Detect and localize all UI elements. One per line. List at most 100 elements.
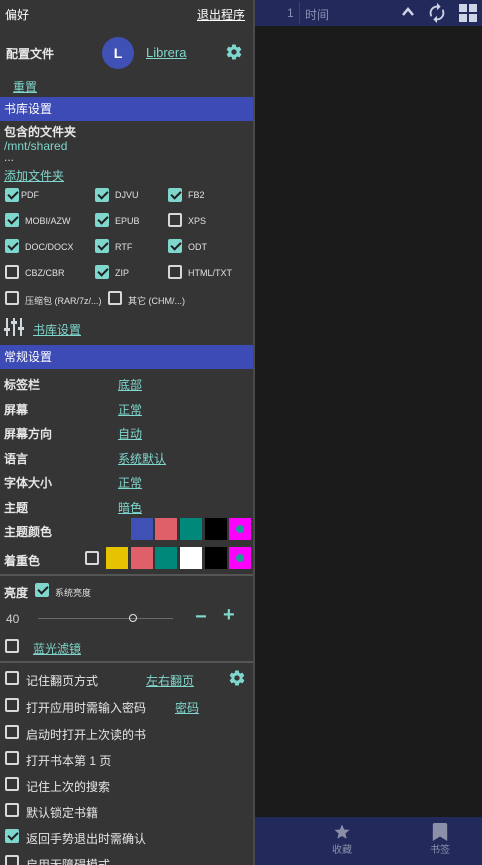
- top-toolbar: 1 时间: [255, 0, 482, 26]
- format-doc-label: DOC/DOCX: [25, 242, 74, 252]
- chevron-up-icon[interactable]: [401, 6, 415, 18]
- bookmark-icon: [432, 823, 448, 841]
- sliders-icon[interactable]: [4, 318, 24, 336]
- lock-book-checkbox[interactable]: [5, 803, 19, 817]
- font-size-value[interactable]: 正常: [118, 474, 142, 491]
- open-last-book-label: 启动时打开上次读的书: [26, 728, 147, 742]
- archives-checkbox[interactable]: [5, 291, 19, 305]
- accent-checkbox[interactable]: [85, 551, 99, 565]
- font-size-label: 字体大小: [4, 476, 53, 490]
- format-rtf-checkbox[interactable]: [95, 239, 109, 253]
- grid-view-icon[interactable]: [458, 3, 478, 23]
- accent-swatch-red[interactable]: [131, 547, 153, 569]
- refresh-icon[interactable]: [426, 2, 448, 24]
- accent-swatch-magenta[interactable]: [229, 547, 251, 569]
- brightness-slider-thumb[interactable]: [129, 614, 137, 622]
- format-odt-label: ODT: [188, 242, 207, 252]
- brightness-minus-button[interactable]: −: [195, 606, 207, 629]
- brightness-slider-track[interactable]: [38, 618, 173, 619]
- accent-swatch-teal[interactable]: [155, 547, 177, 569]
- format-mobi-checkbox[interactable]: [5, 213, 19, 227]
- theme-color-swatch-blue[interactable]: [131, 518, 153, 540]
- format-cbz-checkbox[interactable]: [5, 265, 19, 279]
- format-doc-checkbox[interactable]: [5, 239, 19, 253]
- theme-color-swatch-red[interactable]: [155, 518, 177, 540]
- language-value[interactable]: 系统默认: [118, 450, 166, 467]
- theme-color-label: 主题颜色: [4, 525, 53, 539]
- password-link[interactable]: 密码: [175, 699, 199, 716]
- separator: [299, 2, 300, 24]
- theme-label: 主题: [4, 501, 29, 515]
- blue-filter-link[interactable]: 蓝光滤镜: [33, 640, 81, 657]
- theme-color-swatch-black[interactable]: [205, 518, 227, 540]
- accessibility-label: 启用无障碍模式: [26, 858, 111, 865]
- format-rtf-label: RTF: [115, 242, 133, 252]
- open-first-page-label: 打开书本第 1 页: [26, 754, 112, 768]
- format-fb2-checkbox[interactable]: [168, 188, 182, 202]
- format-pdf-label: PDF: [21, 190, 39, 200]
- theme-value[interactable]: 暗色: [118, 499, 142, 516]
- divider: [0, 661, 253, 663]
- remember-search-label: 记住上次的搜索: [26, 780, 111, 794]
- remember-paging-label: 记住翻页方式: [26, 674, 99, 688]
- accent-swatch-white[interactable]: [180, 547, 202, 569]
- confirm-exit-checkbox[interactable]: [5, 829, 19, 843]
- language-label: 语言: [4, 452, 29, 466]
- theme-color-swatch-magenta[interactable]: [229, 518, 251, 540]
- tabbar-label: 标签栏: [4, 378, 41, 392]
- profile-avatar[interactable]: L: [102, 37, 134, 69]
- format-epub-checkbox[interactable]: [95, 213, 109, 227]
- preferences-panel: 偏好 退出程序 配置文件 L Librera 重置 书库设置 包含的文件夹 /m…: [0, 0, 253, 865]
- format-zip-label: ZIP: [115, 268, 130, 278]
- folder-ellipsis: ...: [4, 150, 15, 164]
- format-odt-checkbox[interactable]: [168, 239, 182, 253]
- format-pdf-checkbox[interactable]: [5, 188, 19, 202]
- format-djvu-label: DJVU: [115, 190, 139, 200]
- remember-paging-checkbox[interactable]: [5, 671, 19, 685]
- accent-swatch-yellow[interactable]: [106, 547, 128, 569]
- format-xps-label: XPS: [188, 216, 207, 226]
- panel-header: 偏好 退出程序: [0, 0, 253, 26]
- add-folder-link[interactable]: 添加文件夹: [4, 167, 64, 184]
- orientation-value[interactable]: 自动: [118, 425, 142, 442]
- time-label[interactable]: 时间: [305, 6, 329, 23]
- tab-bookmarks-label: 书签: [430, 845, 450, 856]
- format-djvu-checkbox[interactable]: [95, 188, 109, 202]
- format-html-checkbox[interactable]: [168, 265, 182, 279]
- tab-favorites[interactable]: 收藏: [317, 823, 367, 863]
- confirm-exit-label: 返回手势退出时需确认: [26, 832, 147, 846]
- brightness-value: 40: [6, 612, 20, 626]
- paging-mode-link[interactable]: 左右翻页: [146, 672, 194, 689]
- open-first-page-checkbox[interactable]: [5, 751, 19, 765]
- others-label: 其它 (CHM/...): [128, 296, 185, 306]
- blue-filter-checkbox[interactable]: [5, 639, 19, 653]
- reset-link[interactable]: 重置: [13, 78, 37, 95]
- format-zip-checkbox[interactable]: [95, 265, 109, 279]
- star-icon: [334, 824, 350, 839]
- library-section-header: 书库设置: [0, 97, 253, 121]
- tab-bookmarks[interactable]: 书签: [415, 823, 465, 863]
- profile-name-link[interactable]: Librera: [146, 45, 186, 60]
- accent-swatch-black[interactable]: [205, 547, 227, 569]
- password-on-open-label: 打开应用时需输入密码: [26, 701, 147, 715]
- archives-label: 压缩包 (RAR/7z/...): [25, 296, 102, 306]
- format-xps-checkbox[interactable]: [168, 213, 182, 227]
- format-html-label: HTML/TXT: [188, 268, 232, 278]
- open-last-book-checkbox[interactable]: [5, 725, 19, 739]
- brightness-plus-button[interactable]: +: [223, 604, 235, 627]
- others-checkbox[interactable]: [108, 291, 122, 305]
- gear-icon[interactable]: [225, 43, 243, 61]
- theme-color-swatch-teal[interactable]: [180, 518, 202, 540]
- remember-search-checkbox[interactable]: [5, 777, 19, 791]
- library-settings-link[interactable]: 书库设置: [33, 321, 81, 338]
- accessibility-checkbox[interactable]: [5, 855, 19, 865]
- profile-label: 配置文件: [6, 47, 55, 61]
- page-number: 1: [287, 6, 294, 20]
- password-on-open-checkbox[interactable]: [5, 698, 19, 712]
- tabbar-value[interactable]: 底部: [118, 376, 142, 393]
- panel-title: 偏好: [5, 8, 30, 22]
- screen-value[interactable]: 正常: [118, 401, 142, 418]
- exit-app-link[interactable]: 退出程序: [197, 6, 245, 23]
- gear-icon[interactable]: [228, 669, 246, 687]
- system-brightness-checkbox[interactable]: [35, 583, 49, 597]
